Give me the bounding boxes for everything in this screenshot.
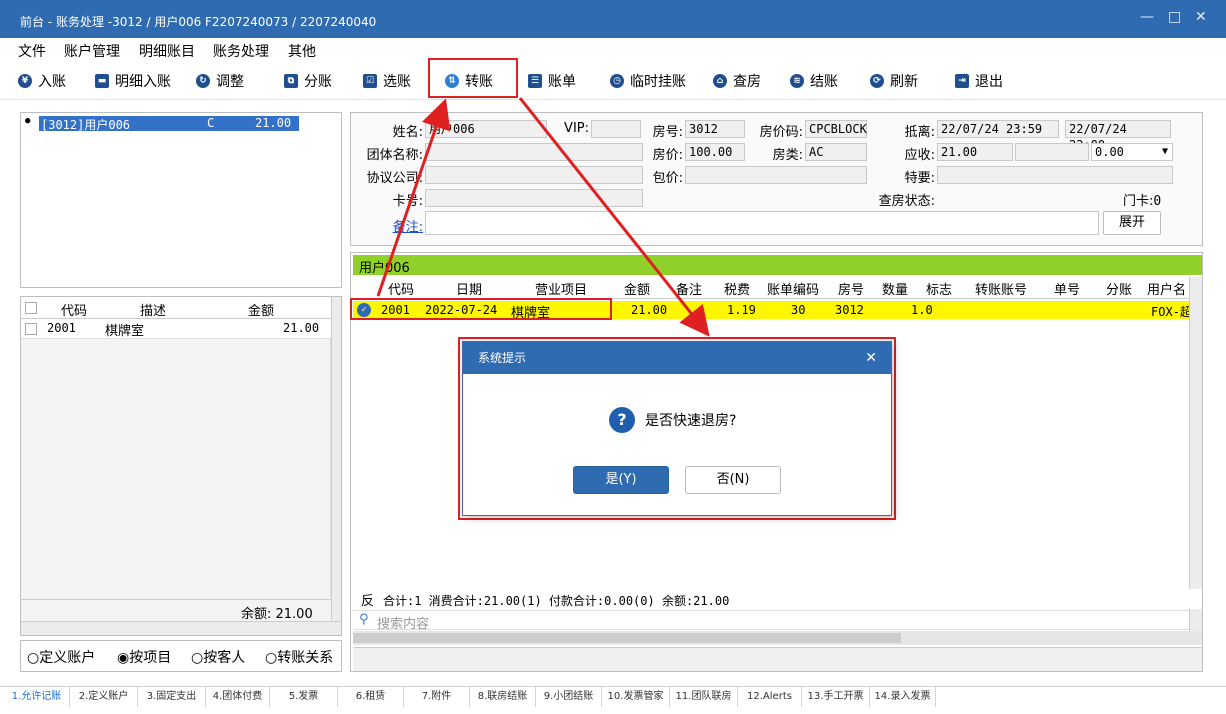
tab-small-group-checkout[interactable]: 9.小团结账 — [536, 687, 602, 707]
tab-lease[interactable]: 6.租赁 — [338, 687, 404, 707]
dialog-title: 系统提示 — [478, 351, 527, 365]
bottom-tab-bar: 1.允许记账 2.定义账户 3.固定支出 4.团体付费 5.发票 6.租赁 7.… — [0, 686, 1226, 708]
tab-allow-posting[interactable]: 1.允许记账 — [4, 687, 70, 707]
tab-attachment[interactable]: 7.附件 — [404, 687, 470, 707]
tab-alerts[interactable]: 12.Alerts — [738, 687, 802, 707]
arrow-transfer-to-dialog — [518, 97, 710, 337]
tab-linked-checkout[interactable]: 8.联房结账 — [470, 687, 536, 707]
yes-button[interactable]: 是(Y) — [573, 466, 669, 494]
tab-team-linked-rooms[interactable]: 11.团队联房 — [670, 687, 738, 707]
tab-group-payment[interactable]: 4.团体付费 — [206, 687, 270, 707]
question-icon: ? — [609, 407, 635, 433]
arrow-row-to-transfer — [376, 98, 451, 297]
close-icon[interactable]: ✕ — [865, 342, 877, 374]
tab-define-account[interactable]: 2.定义账户 — [70, 687, 138, 707]
tab-invoice-manager[interactable]: 10.发票管家 — [602, 687, 670, 707]
tab-enter-invoice[interactable]: 14.录入发票 — [870, 687, 936, 707]
no-button[interactable]: 否(N) — [685, 466, 781, 494]
tab-manual-invoice[interactable]: 13.手工开票 — [802, 687, 870, 707]
tab-invoice[interactable]: 5.发票 — [270, 687, 338, 707]
tab-fixed-expense[interactable]: 3.固定支出 — [138, 687, 206, 707]
dialog-header: 系统提示 ✕ — [463, 342, 891, 374]
dialog-message: 是否快速退房? — [645, 413, 737, 429]
confirm-dialog: 系统提示 ✕ ? 是否快速退房? 是(Y) 否(N) — [462, 341, 892, 516]
